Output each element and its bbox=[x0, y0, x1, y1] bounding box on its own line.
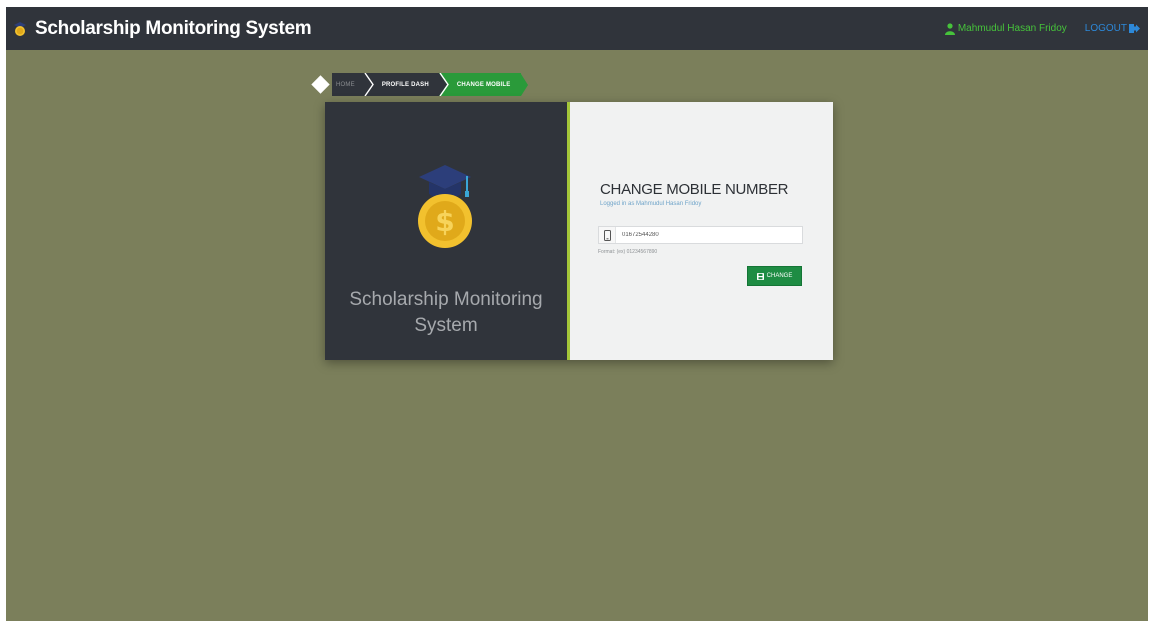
breadcrumb: HOME PROFILE DASH CHANGE MOBILE bbox=[311, 73, 528, 96]
sign-out-icon bbox=[1129, 24, 1140, 33]
panel-title: Scholarship Monitoring System bbox=[349, 289, 543, 336]
save-icon bbox=[756, 272, 764, 280]
breadcrumb-profile-dash[interactable]: PROFILE DASH bbox=[373, 73, 439, 96]
app-window: Scholarship Monitoring System Mahmudul H… bbox=[6, 7, 1148, 621]
logout-label: LOGOUT bbox=[1084, 23, 1127, 34]
phone-icon bbox=[603, 229, 611, 241]
breadcrumb-separator-icon bbox=[438, 73, 449, 96]
input-addon bbox=[599, 227, 616, 243]
breadcrumb-change-mobile[interactable]: CHANGE MOBILE bbox=[448, 73, 521, 96]
breadcrumb-separator-icon bbox=[363, 73, 374, 96]
home-diamond-icon[interactable] bbox=[311, 75, 330, 94]
top-navbar: Scholarship Monitoring System Mahmudul H… bbox=[6, 7, 1148, 50]
form-title: CHANGE MOBILE NUMBER bbox=[600, 181, 789, 198]
mobile-input-group bbox=[598, 226, 803, 244]
change-mobile-card: $ Scholarship Monitoring System CHANGE M… bbox=[325, 102, 833, 360]
brand[interactable]: Scholarship Monitoring System bbox=[12, 17, 312, 40]
change-button-label: CHANGE bbox=[766, 273, 793, 279]
logout-button[interactable]: LOGOUT bbox=[1085, 23, 1140, 34]
change-mobile-form: CHANGE MOBILE NUMBER Logged in as Mahmud… bbox=[570, 102, 833, 360]
format-hint: Format: (ex) 01234567890 bbox=[598, 249, 658, 255]
user-name-link[interactable]: Mahmudul Hasan Fridoy bbox=[958, 23, 1067, 34]
graduation-cap-coin-logo: $ bbox=[418, 165, 472, 248]
logged-in-as-text: Logged in as Mahmudul Hasan Fridoy bbox=[600, 201, 702, 207]
card-brand-panel: $ Scholarship Monitoring System bbox=[325, 102, 570, 360]
scholarship-coin-icon bbox=[14, 21, 26, 36]
breadcrumb-home[interactable]: HOME bbox=[332, 73, 364, 96]
change-button[interactable]: CHANGE bbox=[747, 266, 802, 286]
user-area: Mahmudul Hasan Fridoy LOGOUT bbox=[944, 22, 1140, 35]
svg-text:$: $ bbox=[435, 205, 454, 238]
user-icon bbox=[944, 22, 955, 35]
app-title: Scholarship Monitoring System bbox=[35, 17, 312, 39]
mobile-number-input[interactable] bbox=[616, 227, 796, 243]
breadcrumb-end-arrow-icon bbox=[520, 73, 528, 96]
